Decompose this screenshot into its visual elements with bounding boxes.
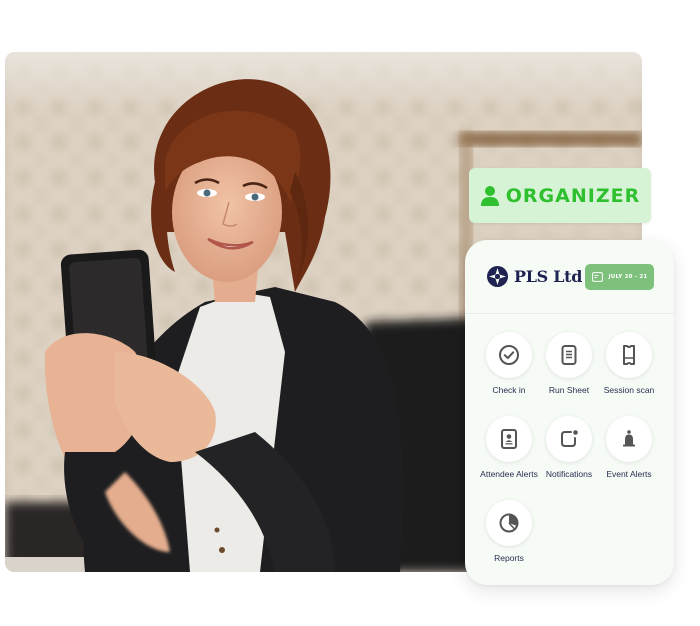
tile-notifications[interactable]: Notifications bbox=[539, 416, 599, 500]
tile-label: Check in bbox=[492, 385, 526, 395]
tile-icon-button[interactable] bbox=[546, 332, 592, 378]
tile-label: Attendee Alerts bbox=[480, 469, 538, 479]
pie-chart-icon bbox=[499, 513, 519, 533]
tile-icon-button[interactable] bbox=[486, 500, 532, 546]
tile-label: Run Sheet bbox=[548, 385, 590, 395]
event-date-chip[interactable]: JULY 20 - 21 bbox=[585, 263, 654, 290]
tile-session-scan[interactable]: Session scan bbox=[599, 332, 659, 416]
calendar-icon bbox=[591, 271, 603, 282]
tile-label: Event Alerts bbox=[606, 469, 652, 479]
tile-label: Session scan bbox=[603, 385, 655, 395]
role-badge-organizer: ORGANIZER bbox=[469, 168, 651, 223]
organizer-app-card: PLS Ltd JULY 20 - 21 Check in Run Sheet … bbox=[465, 240, 674, 585]
person-icon bbox=[480, 185, 499, 206]
tile-reports[interactable]: Reports bbox=[479, 500, 539, 584]
document-icon bbox=[561, 345, 577, 365]
notification-icon bbox=[561, 430, 578, 447]
brand-name: PLS Ltd bbox=[514, 267, 583, 286]
compass-star-logo bbox=[487, 266, 508, 287]
tile-label: Reports bbox=[494, 553, 524, 563]
event-date-label: JULY 20 - 21 bbox=[608, 273, 648, 280]
tile-attendee-alerts[interactable]: Attendee Alerts bbox=[479, 416, 539, 500]
tile-label: Notifications bbox=[545, 469, 593, 479]
tile-run-sheet[interactable]: Run Sheet bbox=[539, 332, 599, 416]
tile-icon-button[interactable] bbox=[486, 332, 532, 378]
ticket-icon bbox=[623, 345, 635, 365]
tile-icon-button[interactable] bbox=[606, 332, 652, 378]
role-badge-label: ORGANIZER bbox=[505, 184, 641, 207]
tile-check-in[interactable]: Check in bbox=[479, 332, 539, 416]
tile-icon-button[interactable] bbox=[606, 416, 652, 462]
feature-grid: Check in Run Sheet Session scan Attendee… bbox=[465, 314, 674, 584]
brand: PLS Ltd bbox=[487, 266, 582, 287]
tile-event-alerts[interactable]: Event Alerts bbox=[599, 416, 659, 500]
id-badge-icon bbox=[501, 429, 517, 449]
check-circle-icon bbox=[499, 345, 519, 365]
tile-icon-button[interactable] bbox=[486, 416, 532, 462]
tile-icon-button[interactable] bbox=[546, 416, 592, 462]
app-card-header: PLS Ltd JULY 20 - 21 bbox=[465, 240, 674, 314]
bell-icon bbox=[623, 430, 635, 447]
